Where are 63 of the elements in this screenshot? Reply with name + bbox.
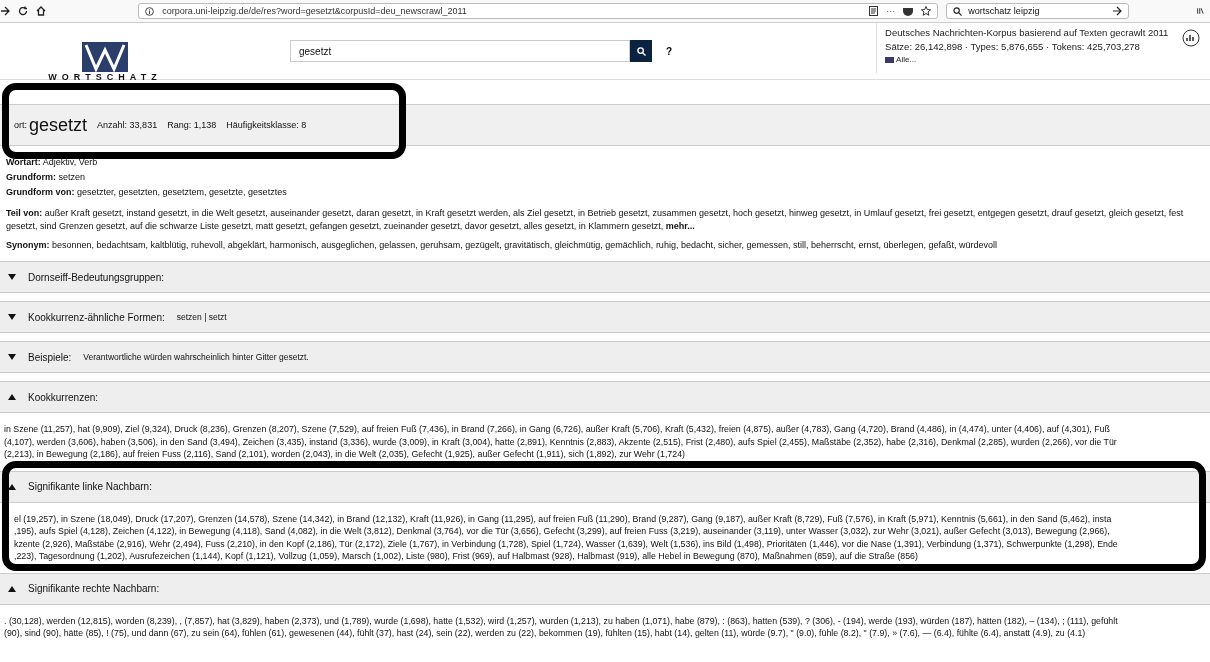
pocket-icon[interactable] xyxy=(903,6,914,16)
section-summary: setzen | setzt xyxy=(176,312,227,322)
section-title: Kookkurrenz-ähnliche Formen: xyxy=(28,311,165,323)
reader-icon[interactable] xyxy=(869,6,879,16)
section-title: Beispiele: xyxy=(28,351,72,363)
result-line: in Szene (11,257), hat (9,909), Ziel (9,324), Druck (8,236), Grenzen (8,207), Szene (7,529), auf freien Fuß (7,436), in Brand (7,266), in Gang (6,726), außer Kraft (5,706), Kraft (5,432), freien (4,875), außer (4,783), Gang (4,720), Brand (4,486), in (4,474), unter (4,406), auf (4,301), Fuß xyxy=(4,423,1111,436)
result-line: (4,107), werden (3,606), haben (3,506), in den Sand (3,494), Zeichen (3,435), instand (3,336), wurde (3,009), in Kraft (3,004), hatte (2,891), Kenntnis (2,883), Akzente (2,515), Frist (2,480), aufs Spiel (2,455), Maßstäbe (2,352), habe (2,316), Denkmal (2,285), wurden (2,266), vor die Tür xyxy=(4,435,1118,448)
more-button[interactable]: ··· xyxy=(886,6,896,16)
home-icon[interactable] xyxy=(36,6,46,16)
result-line: ,223), Tagesordnung (1,202), Ausrufezeichen (1,144), Kopf (1,121), Vollzug (1,059), Marsch (1,002), Liste (980), Frist (969), auf Halbmast (928), Halbmast (919), alle Hebel in Bewegung (870), Maßnahmen (859), auf die Straße (856) xyxy=(14,550,919,563)
logo-icon xyxy=(82,42,128,72)
collapse-arrow-icon xyxy=(8,483,16,490)
section-header[interactable]: Beispiele: Verantwortliche würden wahrscheinlich hinter Gitter gesetzt. xyxy=(0,341,1210,373)
reload-icon[interactable] xyxy=(18,6,28,16)
section-header[interactable]: Kookkurrenz-ähnliche Formen: setzen | setzt xyxy=(0,301,1210,333)
url-field[interactable]: corpora.uni-leipzig.de/de/res?word=gesetzt&corpusId=deu_newscrawl_2011 ··· xyxy=(138,3,939,19)
search-button[interactable] xyxy=(630,40,652,62)
section-title: Signifikante linke Nachbarn: xyxy=(28,481,152,492)
collapse-arrow-icon xyxy=(8,585,16,592)
result-line: (90), sind (90), hätte (85), ! (75), und dann (67), zu sein (64), fühlen (61), gewesenen (44), fühlt (37), hast (24), sein (22), werden zu (22), bekommen (19), fühlten (15), habt (14), gelten (11), würde (9.7), " (9.0), fühle (8.2), " (7.9), » (7.6), — (6.4), fühlte (6.4), anstatt (4.9), zu (4.1) xyxy=(4,627,1087,640)
result-line: . (30,128), werden (12,815), worden (8,239), , (7,857), hat (3,829), haben (2,373), und (1,789), wurde (1,698), hatte (1,532), wird (1,257), wurden (1,213), zu haben (1,071), habe (879), : (863), hatten (539), ? (306), - (194), werde (193), würden (187), hätten (182), – (134), ; (111), gefühlt xyxy=(4,614,1119,627)
word-title: gesetzt xyxy=(29,114,88,136)
result-line: kzente (2,926), Maßstäbe (2,916), Wehr (2,494), Fuss (2,210), in den Kopf (2,186), Tür (2,172), Ziele (1,767), in Verbindung (1,728), Spiel (1,724), Wasser (1,639), Welt (1,536), ins Bild (1,498), Prioritäten (1,446), vor die Nase (1,391), Verbindung (1,371), Schwerpunkte (1,298), Ende xyxy=(14,537,1119,550)
expand-arrow-icon xyxy=(8,314,16,320)
forward-icon[interactable] xyxy=(0,6,10,16)
section-title: Signifikante rechte Nachbarn: xyxy=(28,583,160,594)
search-icon xyxy=(636,46,646,56)
result-line: el (19,257), in Szene (18,049), Druck (17,207), Grenzen (14,578), Szene (14,342), in Brand (12,132), Kraft (11,926), in Gang (11,295), auf freien Fuß (11,290), Brand (9,287), Gang (9,187), außer Kraft (8,729), Fuß (7,576), in Kraft (5,971), Kenntnis (5,661), in den Sand (5,462), insta xyxy=(14,512,1113,525)
detail-line: Grundform von: gesetzter, gesetzten, gesetztem, gesetzte, gesetztes xyxy=(6,186,288,199)
section-header[interactable]: Signifikante linke Nachbarn: xyxy=(0,470,1210,503)
teil-von-text: Teil von: außer Kraft gesetzt, instand gesetzt, in die Welt gesetzt, auseinander gesetzt, daran gesetzt, in Kraft gesetzt werden, als Ziel gesetzt, in Betrieb gesetzt, zusammen gesetzt, hoch gesetzt, hinweg gesetzt, in Umlauf gesetzt, frei gesetzt, entgegen gesetzt, drauf gesetzt, gleich gesetzt, fest gesetzt, sind Grenzen gesetzt, auf die schwarze Liste gesetzt, matt gesetzt, gefangen gesetzt, zueinander gesetzt, davor gesetzt, alles gesetzt, in Klammern gesetzt, mehr... xyxy=(6,207,1185,233)
section-header[interactable]: Kookkurrenzen: xyxy=(0,381,1210,413)
word-label: ort: xyxy=(14,120,27,130)
section-title: Kookkurrenzen: xyxy=(28,391,99,403)
star-icon[interactable] xyxy=(921,6,932,16)
result-line: (2,213), in Bewegung (2,186), auf freien Fuss (2,116), Sand (2,101), worden (2,043), in die Welt (2,035), Gefecht (1,925), außer Gefecht (1,911), sich (1,892), zur Wehr (1,724) xyxy=(4,448,686,461)
section-header[interactable]: Signifikante rechte Nachbarn: xyxy=(0,572,1210,605)
section-header[interactable]: Dornseiff-Bedeutungsgruppen: xyxy=(0,261,1210,293)
logo-text: WORTSCHATZ xyxy=(48,72,162,82)
browser-search-field[interactable]: wortschatz leipzig xyxy=(946,3,1130,19)
library-icon[interactable] xyxy=(1197,6,1204,16)
word-stat: Häufigkeitsklasse: 8 xyxy=(226,120,307,130)
flag-icon xyxy=(885,56,895,63)
all-link[interactable]: Alle... xyxy=(885,55,1169,64)
help-button[interactable]: ? xyxy=(662,45,677,57)
expand-arrow-icon xyxy=(8,274,16,280)
word-stat: Rang: 1,138 xyxy=(167,120,217,130)
synonym-text: Synonym: besonnen, bedachtsam, kaltblütig, ruhevoll, abgeklärt, harmonisch, ausgeglichen, gelassen, geruhsam, gezügelt, gravitätisch, gleichmütig, gemächlich, ruhig, bedacht, sicher, gemessen, still, beherrscht, ernst, überlegen, gefaßt, würdevoll xyxy=(6,239,999,252)
section-summary: Verantwortliche würden wahrscheinlich hinter Gitter gesetzt. xyxy=(83,352,309,362)
result-line: ,195), aufs Spiel (4,128), Zeichen (4,122), in Bewegung (4,118), Sand (4,082), in die Welt (3,812), Denkmal (3,764), vor die Tür (3,656), Gefecht (3,299), auf freien Fuss (3,219), auseinander (3,119), unter Wasser (3,032), zur Wehr (3,021), außer Gefecht (3,013), Bewegung (2,966), xyxy=(14,525,1111,538)
info-icon xyxy=(145,6,155,16)
corpus-title: Deutsches Nachrichten-Korpus basierend auf Texten gecrawlt 2011 xyxy=(885,27,1169,38)
detail-line: Grundform: setzen xyxy=(6,171,87,184)
collapse-arrow-icon xyxy=(8,394,16,400)
detail-line: Wortart: Adjektiv, Verb xyxy=(6,156,99,169)
section-title: Dornseiff-Bedeutungsgruppen: xyxy=(28,271,165,283)
word-stat: Anzahl: 33,831 xyxy=(97,120,158,130)
search-field[interactable]: gesetzt xyxy=(290,40,630,62)
stats-icon[interactable] xyxy=(1182,29,1200,47)
expand-arrow-icon xyxy=(8,354,16,360)
search-icon xyxy=(953,6,963,16)
corpus-stats: Sätze: 26,142,898 · Types: 5,876,655 · Tokens: 425,703,278 xyxy=(885,41,1141,52)
go-arrow-icon[interactable] xyxy=(1112,6,1123,16)
